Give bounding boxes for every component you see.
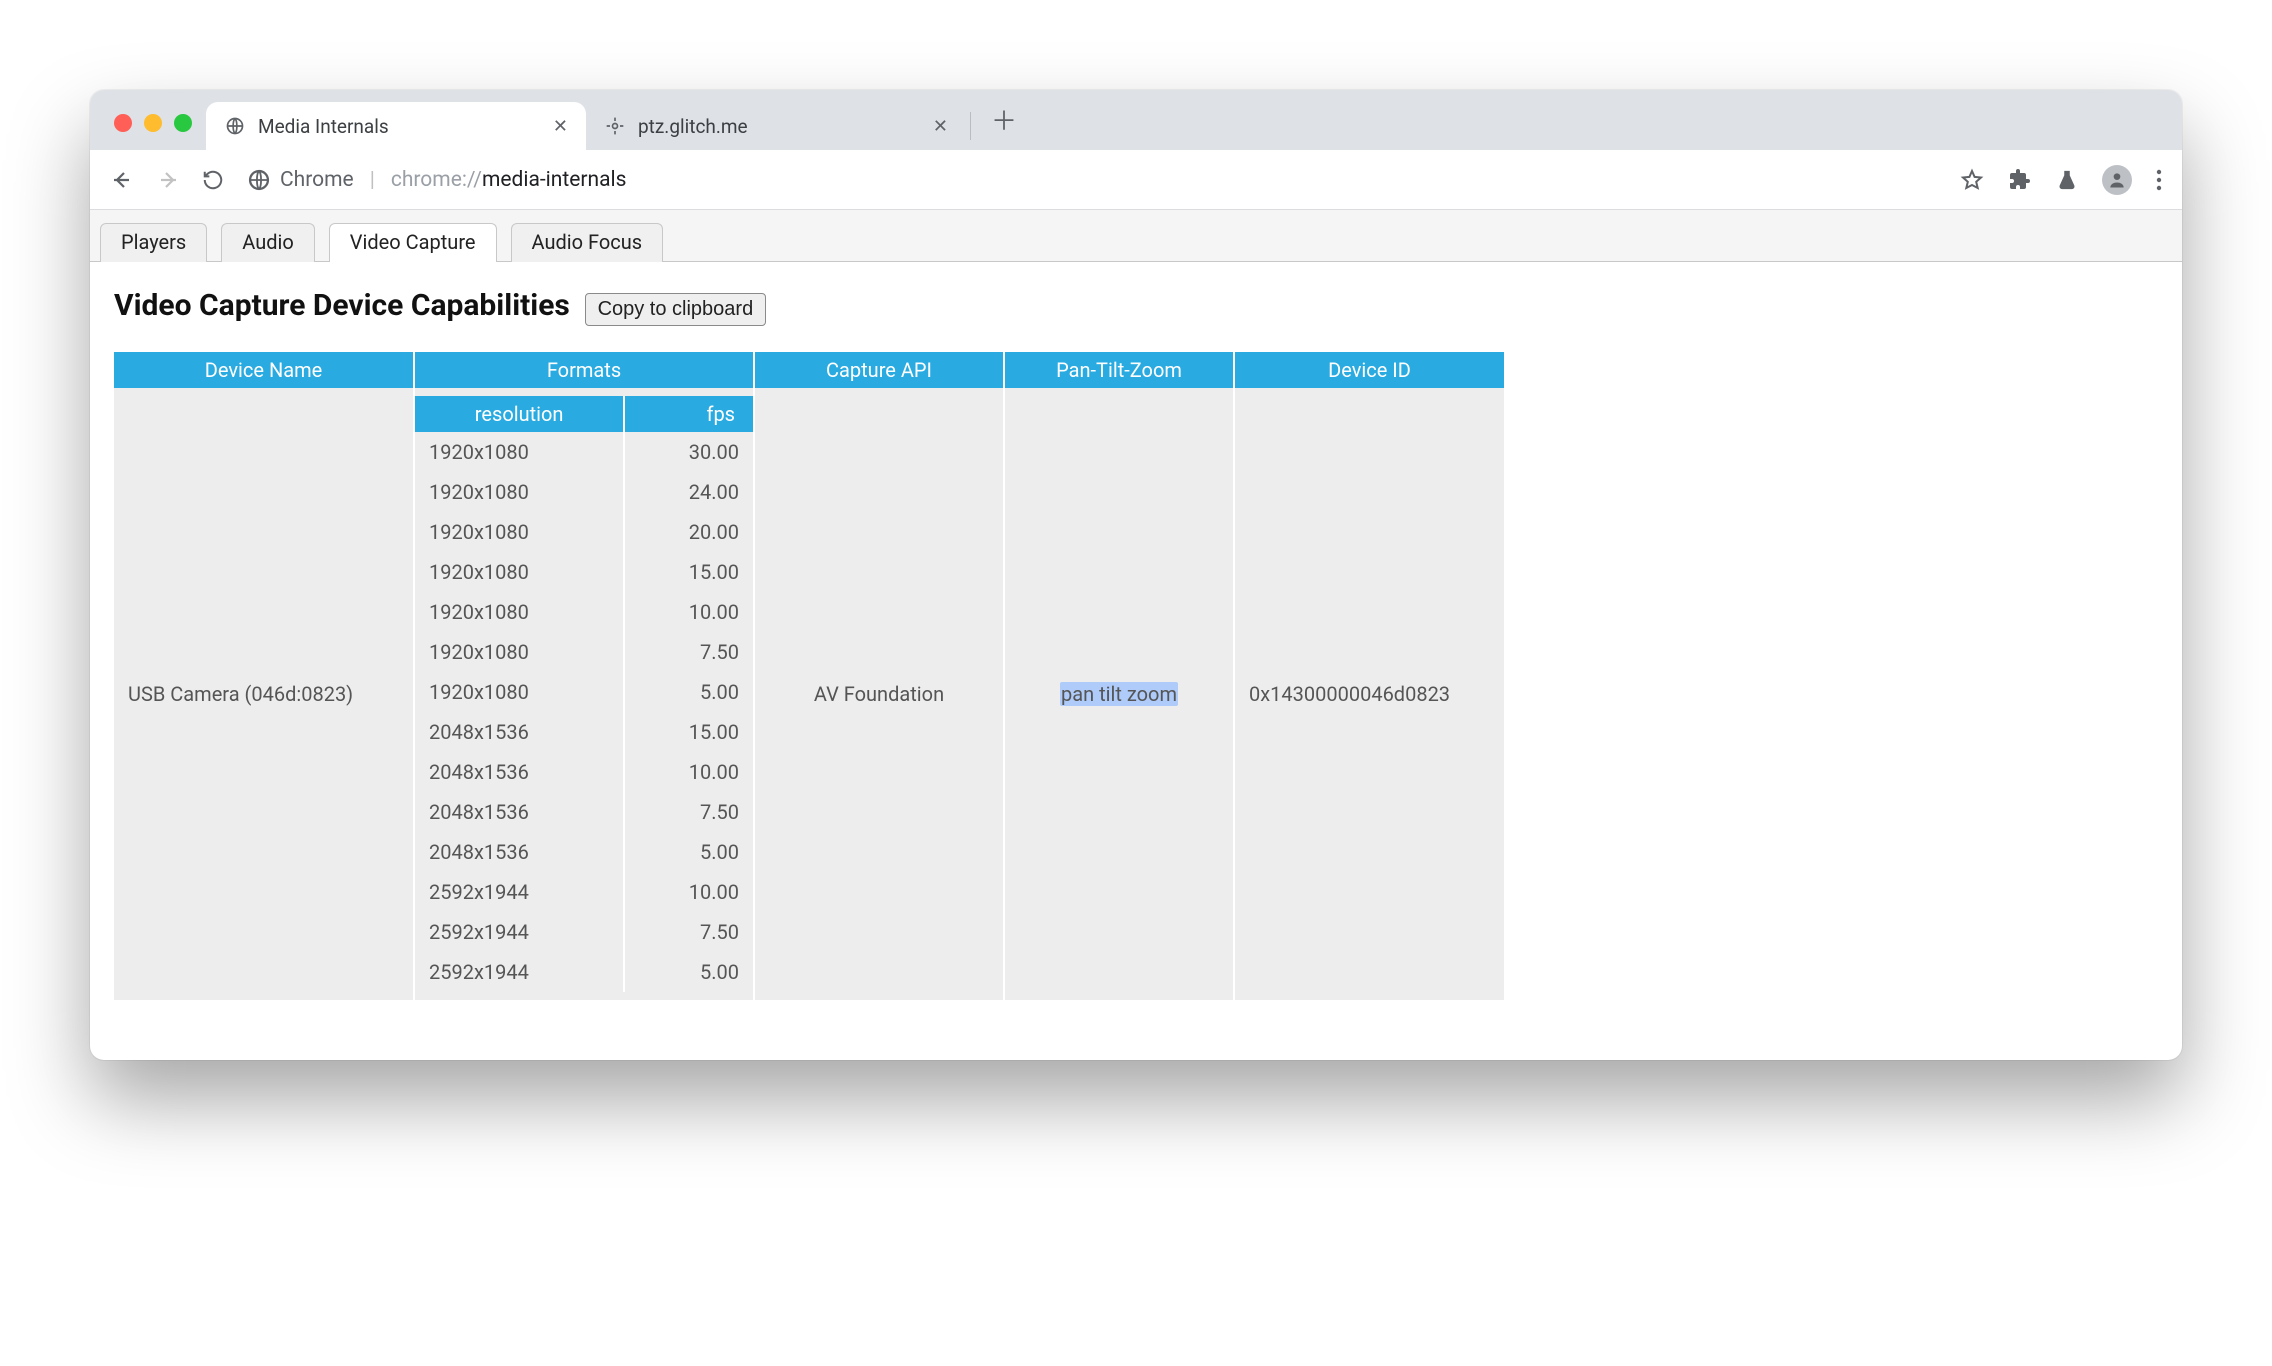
format-resolution: 2048x1536 <box>415 752 624 792</box>
page-tab-audio-focus[interactable]: Audio Focus <box>511 223 664 262</box>
address-bar[interactable]: Chrome | chrome://media-internals <box>248 168 1940 192</box>
col-device-name[interactable]: Device Name <box>114 352 414 388</box>
col-ptz[interactable]: Pan-Tilt-Zoom <box>1004 352 1234 388</box>
format-resolution: 2048x1536 <box>415 712 624 752</box>
format-fps: 5.00 <box>624 952 753 992</box>
format-fps: 15.00 <box>624 712 753 752</box>
format-resolution: 1920x1080 <box>415 632 624 672</box>
format-fps: 5.00 <box>624 672 753 712</box>
format-row: 1920x10805.00 <box>415 672 753 712</box>
address-separator: | <box>364 168 381 192</box>
page-tab-audio[interactable]: Audio <box>221 223 315 262</box>
col-capture-api[interactable]: Capture API <box>754 352 1004 388</box>
format-row: 2048x15367.50 <box>415 792 753 832</box>
format-fps: 7.50 <box>624 792 753 832</box>
page-tab-bar: Players Audio Video Capture Audio Focus <box>90 210 2182 262</box>
format-resolution: 1920x1080 <box>415 592 624 632</box>
window-controls <box>104 114 206 150</box>
col-device-id[interactable]: Device ID <box>1234 352 1504 388</box>
ptz-highlight: pan tilt zoom <box>1060 682 1178 706</box>
extensions-icon[interactable] <box>2008 168 2032 192</box>
format-row: 2048x153615.00 <box>415 712 753 752</box>
format-row: 2048x153610.00 <box>415 752 753 792</box>
browser-toolbar: Chrome | chrome://media-internals <box>90 150 2182 210</box>
cell-device-id: 0x14300000046d0823 <box>1234 388 1504 1000</box>
copy-to-clipboard-button[interactable]: Copy to clipboard <box>585 293 767 326</box>
tab-title: Media Internals <box>258 115 541 138</box>
page-tab-players[interactable]: Players <box>100 223 207 262</box>
format-resolution: 2048x1536 <box>415 832 624 872</box>
page-content: Video Capture Device Capabilities Copy t… <box>90 262 2182 1060</box>
format-row: 1920x108030.00 <box>415 432 753 472</box>
kebab-menu-icon[interactable] <box>2156 169 2162 191</box>
formats-header-fps: fps <box>624 396 753 432</box>
tab-close-icon[interactable]: ✕ <box>933 116 948 137</box>
cell-device-name: USB Camera (046d:0823) <box>114 388 414 1000</box>
toolbar-actions <box>1960 165 2162 195</box>
labs-icon[interactable] <box>2056 169 2078 191</box>
format-resolution: 2592x1944 <box>415 912 624 952</box>
format-row: 1920x10807.50 <box>415 632 753 672</box>
format-fps: 24.00 <box>624 472 753 512</box>
format-fps: 10.00 <box>624 592 753 632</box>
new-tab-button[interactable]: ＋ <box>975 101 1033 150</box>
format-fps: 10.00 <box>624 872 753 912</box>
col-formats[interactable]: Formats <box>414 352 754 388</box>
cell-capture-api: AV Foundation <box>754 388 1004 1000</box>
format-fps: 30.00 <box>624 432 753 472</box>
format-row: 2048x15365.00 <box>415 832 753 872</box>
format-row: 2592x194410.00 <box>415 872 753 912</box>
tab-close-icon[interactable]: ✕ <box>553 116 568 137</box>
window-maximize-button[interactable] <box>174 114 192 132</box>
format-resolution: 1920x1080 <box>415 472 624 512</box>
window-close-button[interactable] <box>114 114 132 132</box>
address-origin: Chrome <box>280 168 354 192</box>
address-scheme: chrome:// <box>391 168 482 192</box>
browser-tab-ptz[interactable]: ptz.glitch.me ✕ <box>586 102 966 150</box>
format-resolution: 1920x1080 <box>415 432 624 472</box>
profile-avatar[interactable] <box>2102 165 2132 195</box>
back-button[interactable] <box>110 168 136 192</box>
address-path: media-internals <box>482 168 627 192</box>
globe-icon <box>224 115 246 137</box>
format-fps: 7.50 <box>624 912 753 952</box>
format-row: 1920x108020.00 <box>415 512 753 552</box>
tab-separator <box>970 112 971 140</box>
browser-window: Media Internals ✕ ptz.glitch.me ✕ ＋ <box>90 90 2182 1060</box>
forward-button[interactable] <box>156 168 182 192</box>
table-row: USB Camera (046d:0823)resolutionfps1920x… <box>114 388 1504 1000</box>
browser-tab-media-internals[interactable]: Media Internals ✕ <box>206 102 586 150</box>
capabilities-table: Device Name Formats Capture API Pan-Tilt… <box>114 352 1504 1000</box>
format-resolution: 1920x1080 <box>415 552 624 592</box>
format-resolution: 1920x1080 <box>415 672 624 712</box>
format-fps: 10.00 <box>624 752 753 792</box>
window-minimize-button[interactable] <box>144 114 162 132</box>
format-row: 1920x108024.00 <box>415 472 753 512</box>
cell-formats: resolutionfps1920x108030.001920x108024.0… <box>414 388 754 1000</box>
page-tab-video-capture[interactable]: Video Capture <box>329 223 497 262</box>
format-resolution: 2592x1944 <box>415 952 624 992</box>
format-row: 2592x19445.00 <box>415 952 753 992</box>
bookmark-star-icon[interactable] <box>1960 168 1984 192</box>
format-resolution: 2592x1944 <box>415 872 624 912</box>
format-row: 2592x19447.50 <box>415 912 753 952</box>
tab-strip: Media Internals ✕ ptz.glitch.me ✕ ＋ <box>90 90 2182 150</box>
reload-button[interactable] <box>202 169 228 191</box>
format-fps: 20.00 <box>624 512 753 552</box>
crosshair-icon <box>604 115 626 137</box>
formats-header-resolution: resolution <box>415 396 624 432</box>
tab-title: ptz.glitch.me <box>638 115 921 138</box>
cell-ptz: pan tilt zoom <box>1004 388 1234 1000</box>
format-resolution: 2048x1536 <box>415 792 624 832</box>
format-resolution: 1920x1080 <box>415 512 624 552</box>
format-fps: 5.00 <box>624 832 753 872</box>
format-row: 1920x108010.00 <box>415 592 753 632</box>
format-fps: 15.00 <box>624 552 753 592</box>
page-title: Video Capture Device Capabilities <box>114 288 570 323</box>
site-info-icon[interactable] <box>248 169 270 191</box>
format-row: 1920x108015.00 <box>415 552 753 592</box>
format-fps: 7.50 <box>624 632 753 672</box>
